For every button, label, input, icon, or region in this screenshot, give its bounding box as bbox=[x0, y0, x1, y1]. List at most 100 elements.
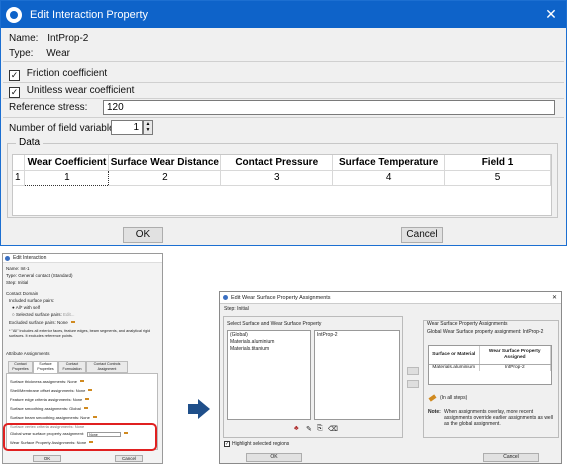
left-panel-title: Select Surface and Wear Surface Property bbox=[227, 321, 322, 327]
app-icon bbox=[6, 6, 22, 23]
table-cell[interactable]: 3 bbox=[220, 170, 334, 186]
all-with-self-radio[interactable]: ● All* with self bbox=[12, 305, 40, 310]
surface-list[interactable]: (Global) Materials.aluminium Materials.t… bbox=[227, 330, 311, 420]
ok-button[interactable]: OK bbox=[123, 227, 163, 243]
type-label: Type: bbox=[9, 48, 34, 59]
attribute-assignments-label: Attribute Assignments bbox=[6, 351, 50, 356]
field-vars-label: Number of field variables: bbox=[9, 123, 123, 134]
close-icon[interactable]: ✕ bbox=[536, 6, 566, 23]
title-bar: Edit Wear Surface Property Assignments ✕ bbox=[220, 292, 561, 304]
list-item: Feature edge criteria assignments: None bbox=[10, 397, 90, 402]
edit-pencil-icon[interactable] bbox=[85, 398, 90, 400]
list-item[interactable]: (Global) bbox=[230, 332, 308, 339]
contact-domain-label: Contact Domain bbox=[6, 291, 39, 296]
friction-checkbox-row[interactable]: ✓ Friction coefficient bbox=[9, 68, 107, 81]
add-arrow-button[interactable] bbox=[407, 367, 419, 375]
list-item: Surface thickness assignments: None bbox=[10, 379, 84, 384]
unitless-checkbox-row[interactable]: ✓ Unitless wear coefficient bbox=[9, 85, 134, 98]
cancel-button[interactable]: Cancel bbox=[115, 455, 143, 462]
edit-pencil-icon[interactable] bbox=[428, 394, 437, 402]
table-cell[interactable]: 1 bbox=[24, 169, 110, 186]
data-table[interactable]: Wear Coefficient Surface Wear Distance C… bbox=[12, 154, 552, 216]
name-label: Name: bbox=[9, 33, 39, 44]
table-cell[interactable]: 4 bbox=[332, 170, 446, 186]
ok-button[interactable]: OK bbox=[246, 453, 302, 462]
list-item: Surface beam smoothing assignments: None bbox=[10, 415, 97, 420]
edit-pencil-icon[interactable] bbox=[70, 321, 75, 323]
list-item: Surface smoothing assignments: Global bbox=[10, 406, 88, 411]
friction-label: Friction coefficient bbox=[26, 68, 108, 79]
delete-icon[interactable]: ⌫ bbox=[328, 425, 338, 433]
cancel-button[interactable]: Cancel bbox=[401, 227, 443, 243]
column-header[interactable]: Surface Temperature bbox=[332, 155, 446, 171]
column-header[interactable]: Contact Pressure bbox=[220, 155, 334, 171]
title-bar: Edit Interaction Property ✕ bbox=[1, 1, 566, 28]
app-icon bbox=[223, 295, 228, 300]
step-line: Step: Initial bbox=[6, 280, 29, 285]
highlight-checkbox-row[interactable]: ✓ Highlight selected regions bbox=[224, 441, 289, 447]
column-header[interactable]: Wear Coefficient bbox=[24, 155, 110, 171]
highlight-box bbox=[3, 423, 157, 451]
ok-button[interactable]: OK bbox=[33, 455, 61, 462]
list-item[interactable]: Materials.aluminium bbox=[230, 339, 308, 346]
table-cell[interactable]: IntProp-2 bbox=[479, 364, 551, 371]
step-line: Step: Initial bbox=[224, 306, 249, 312]
tab-contact-properties[interactable]: Contact Properties bbox=[8, 361, 33, 373]
table-cell[interactable]: Materials.aluminium bbox=[429, 364, 480, 371]
table-row[interactable]: Materials.aluminium IntProp-2 bbox=[429, 364, 551, 371]
list-item[interactable]: Materials.titanium bbox=[230, 346, 308, 353]
column-header: Wear Surface Property Assigned bbox=[479, 346, 551, 365]
type-line: Type: General contact (Standard) bbox=[6, 273, 73, 278]
selected-pairs-radio[interactable]: ○ Selected surface pairs: Edit... bbox=[12, 312, 75, 317]
arrow-right-icon bbox=[188, 399, 210, 419]
highlight-checkbox[interactable]: ✓ bbox=[224, 441, 230, 447]
excluded-pairs-label: Excluded surface pairs: None bbox=[9, 320, 75, 325]
property-list[interactable]: IntProp-2 bbox=[314, 330, 400, 420]
note-text: When assignments overlay, more recent as… bbox=[444, 409, 553, 427]
data-group: Data Wear Coefficient Surface Wear Dista… bbox=[7, 137, 558, 218]
table-cell[interactable]: 2 bbox=[108, 170, 222, 186]
in-all-steps-label: (In all steps) bbox=[440, 395, 468, 401]
edit-icon[interactable]: ✎ bbox=[306, 425, 312, 433]
table-header-row: Surface or Material Wear Surface Propert… bbox=[429, 346, 551, 365]
type-value: Wear bbox=[46, 48, 70, 59]
note-text: * "All" includes all exterior faces, fea… bbox=[9, 329, 151, 338]
table-row: 1 1 2 3 4 5 bbox=[13, 169, 551, 186]
unitless-label: Unitless wear coefficient bbox=[26, 85, 135, 96]
column-header[interactable]: Field 1 bbox=[444, 155, 551, 171]
row-index: 1 bbox=[13, 170, 26, 186]
name-line: Name: Int-1 bbox=[6, 266, 30, 271]
friction-checkbox[interactable]: ✓ bbox=[9, 70, 20, 81]
tab-contact-controls[interactable]: Contact Controls Assignment bbox=[86, 361, 128, 373]
cancel-button[interactable]: Cancel bbox=[483, 453, 539, 462]
edit-pencil-icon[interactable] bbox=[83, 407, 88, 409]
edit-wear-assignments-dialog: Edit Wear Surface Property Assignments ✕… bbox=[219, 291, 562, 464]
type-row: Type: Wear bbox=[9, 48, 70, 59]
unitless-checkbox[interactable]: ✓ bbox=[9, 87, 20, 98]
field-vars-spinner[interactable]: ▲ ▼ bbox=[143, 120, 153, 135]
close-icon[interactable]: ✕ bbox=[552, 294, 557, 301]
edit-pencil-icon[interactable] bbox=[92, 416, 97, 418]
tab-contact-formulation[interactable]: Contact Formulation bbox=[58, 361, 86, 373]
column-header[interactable]: Surface Wear Distance bbox=[108, 155, 222, 171]
edit-pencil-icon[interactable] bbox=[88, 389, 93, 391]
dialog-title: Edit Wear Surface Property Assignments bbox=[231, 294, 331, 301]
data-legend: Data bbox=[16, 137, 44, 148]
included-pairs-label: Included surface pairs: bbox=[9, 298, 55, 303]
title-bar: Edit Interaction bbox=[3, 254, 162, 263]
list-item[interactable]: IntProp-2 bbox=[317, 332, 397, 339]
table-cell[interactable]: 5 bbox=[444, 170, 551, 186]
left-panel: Select Surface and Wear Surface Property… bbox=[223, 316, 403, 438]
highlight-label: Highlight selected regions bbox=[232, 441, 290, 447]
copy-icon[interactable]: ⎘ bbox=[317, 425, 323, 433]
list-item: Shell/Membrane offset assignments: None bbox=[10, 388, 93, 393]
edit-pencil-icon[interactable] bbox=[79, 380, 84, 382]
create-icon[interactable]: ♣ bbox=[294, 425, 299, 432]
reference-stress-input[interactable]: 120 bbox=[103, 100, 555, 115]
tab-surface-properties[interactable]: Surface Properties bbox=[33, 361, 58, 373]
dialog-title: Edit Interaction Property bbox=[30, 8, 149, 21]
field-vars-input[interactable]: 1 bbox=[111, 120, 143, 135]
remove-arrow-button[interactable] bbox=[407, 380, 419, 388]
table-header-row: Wear Coefficient Surface Wear Distance C… bbox=[13, 155, 551, 171]
assignment-table[interactable]: Surface or Material Wear Surface Propert… bbox=[428, 345, 552, 385]
